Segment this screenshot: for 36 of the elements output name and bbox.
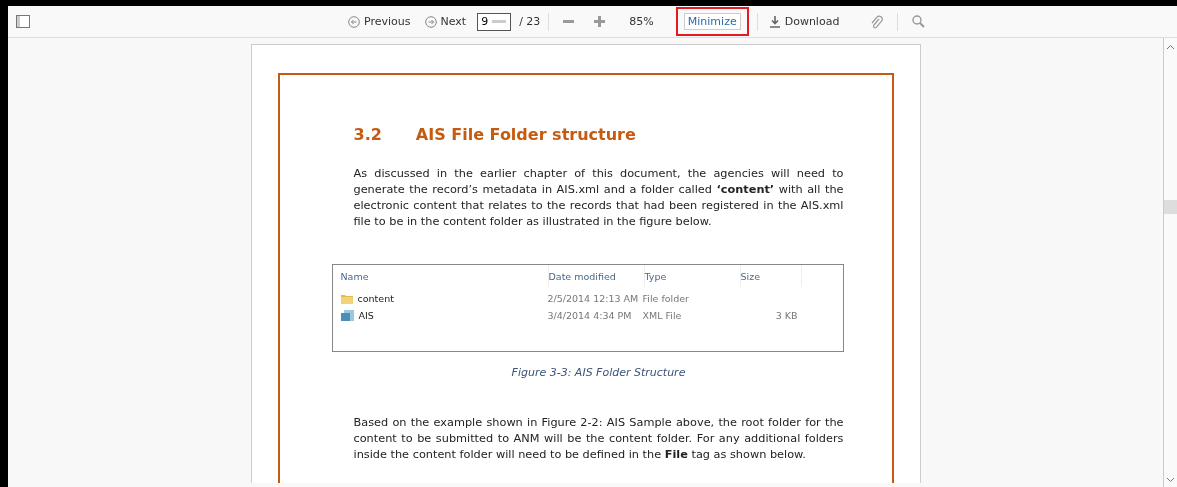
paperclip-icon[interactable]: [870, 14, 884, 29]
scroll-up-icon[interactable]: [1166, 44, 1175, 50]
body-paragraph: Based on the example shown in Figure 2-2: AIS Sample above, the root folder for the content to be submitted to ANM will be the content folder. For any additional folders inside the content folder will need to be defined in the File tag as shown below.: [353, 415, 844, 463]
file-type: XML File: [642, 310, 683, 321]
zoom-out-icon[interactable]: [563, 20, 575, 23]
vertical-scrollbar[interactable]: [1163, 38, 1177, 487]
previous-button[interactable]: Previous: [345, 13, 414, 30]
scroll-down-icon[interactable]: [1166, 477, 1175, 483]
file-date: 3/4/2014 4:34 PM: [547, 310, 633, 321]
zoom-level: 85%: [629, 15, 654, 28]
zoom-in-icon[interactable]: [594, 16, 606, 27]
page-number-field[interactable]: 9: [477, 12, 512, 31]
next-button[interactable]: Next: [421, 13, 470, 30]
column-header: Size: [740, 265, 802, 287]
page-total: / 23: [519, 15, 541, 28]
column-header: Name: [340, 265, 549, 287]
file-date: 2/5/2014 12:13 AM: [547, 293, 640, 304]
file-name: content: [357, 293, 394, 304]
column-header: Date modified: [548, 265, 645, 287]
figure-caption: Figure 3-3: AIS Folder Structure: [510, 366, 687, 379]
file-name: AIS: [358, 310, 374, 321]
column-header: Type: [644, 265, 741, 287]
minimize-button[interactable]: Minimize: [683, 13, 741, 30]
file-icon: [340, 310, 354, 321]
file-size: 3 KB: [775, 310, 798, 321]
scrollbar-thumb[interactable]: [1164, 200, 1177, 214]
download-button[interactable]: Download: [765, 13, 843, 30]
download-icon: [768, 15, 781, 28]
section-number: 3.2: [353, 125, 382, 144]
sidebar-toggle-icon[interactable]: [16, 15, 30, 28]
search-icon[interactable]: [912, 15, 926, 28]
body-paragraph: As discussed in the earlier chapter of this document, the agencies will need to generate the record’s metadata in AIS.xml and a folder called ‘content’ with all the electronic content that relates to the records that had been registered in the AIS.xml file to be in the content folder as illustrated in the figure below.: [353, 166, 844, 230]
file-type: File folder: [642, 293, 690, 304]
bar-icon: [492, 19, 507, 24]
section-title: AIS File Folder structure: [415, 125, 636, 144]
folder-icon: [340, 293, 353, 304]
